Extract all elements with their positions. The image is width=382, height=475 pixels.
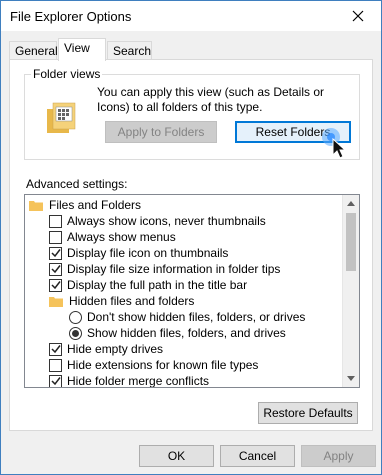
folder-icon xyxy=(49,296,63,307)
checkbox[interactable] xyxy=(49,214,62,228)
radio-button[interactable] xyxy=(69,326,82,340)
checkbox[interactable] xyxy=(49,230,62,244)
advanced-settings-label: Advanced settings: xyxy=(26,177,128,191)
restore-defaults-button[interactable]: Restore Defaults xyxy=(258,402,358,424)
list-item-files-and-folders: Files and Folders xyxy=(29,197,141,213)
checkbox[interactable] xyxy=(49,262,62,276)
list-item-display-file-size[interactable]: Display file size information in folder … xyxy=(49,261,280,277)
close-button[interactable] xyxy=(335,1,381,31)
tab-search[interactable]: Search xyxy=(107,41,152,60)
title-bar: File Explorer Options xyxy=(1,1,381,31)
list-item-label: Files and Folders xyxy=(49,198,142,212)
list-item-label: Don't show hidden files, folders, or dri… xyxy=(87,310,306,324)
scrollbar-thumb[interactable] xyxy=(346,213,356,271)
scroll-up-button[interactable] xyxy=(343,195,359,212)
list-item-always-show-menus[interactable]: Always show menus xyxy=(49,229,176,245)
list-item-label: Display file size information in folder … xyxy=(67,262,281,276)
list-item-display-full-path[interactable]: Display the full path in the title bar xyxy=(49,277,247,293)
list-item-label: Always show icons, never thumbnails xyxy=(67,214,266,228)
ok-button[interactable]: OK xyxy=(139,445,214,467)
view-tab-panel: Folder views You can apply this view (su… xyxy=(9,59,373,431)
folder-views-title: Folder views xyxy=(31,67,103,81)
checkbox[interactable] xyxy=(49,246,62,260)
list-item-hidden-files-and-folders: Hidden files and folders xyxy=(49,293,194,309)
folder-icon xyxy=(29,200,43,211)
radio-button[interactable] xyxy=(69,310,82,324)
list-item-hide-empty-drives[interactable]: Hide empty drives xyxy=(49,341,163,357)
list-item-hide-extensions[interactable]: Hide extensions for known file types xyxy=(49,357,258,373)
list-item-label: Always show menus xyxy=(67,230,176,244)
tab-view[interactable]: View xyxy=(58,38,106,61)
list-item-label: Hidden files and folders xyxy=(69,294,195,308)
vertical-scrollbar[interactable] xyxy=(342,195,359,387)
checkmark-icon xyxy=(50,377,61,386)
list-item-show-hidden[interactable]: Show hidden files, folders, and drives xyxy=(69,325,286,341)
file-explorer-options-dialog: File Explorer Options General View Searc… xyxy=(0,0,382,475)
tab-general[interactable]: General xyxy=(9,41,58,60)
list-item-display-file-icon[interactable]: Display file icon on thumbnails xyxy=(49,245,228,261)
list-item-dont-show-hidden[interactable]: Don't show hidden files, folders, or dri… xyxy=(69,309,305,325)
chevron-down-icon xyxy=(347,376,355,381)
checkbox[interactable] xyxy=(49,358,62,372)
list-item-hide-merge-conflicts[interactable]: Hide folder merge conflicts xyxy=(49,373,210,388)
folder-views-description: You can apply this view (such as Details… xyxy=(97,85,325,114)
checkmark-icon xyxy=(50,265,61,274)
list-item-label: Hide folder merge conflicts xyxy=(67,374,210,388)
list-item-label: Hide extensions for known file types xyxy=(67,358,259,372)
close-icon xyxy=(352,10,364,22)
window-title: File Explorer Options xyxy=(10,9,132,24)
checkbox[interactable] xyxy=(49,278,62,292)
list-item-always-show-icons[interactable]: Always show icons, never thumbnails xyxy=(49,213,266,229)
list-item-label: Display the full path in the title bar xyxy=(67,278,248,292)
chevron-up-icon xyxy=(347,201,355,206)
checkmark-icon xyxy=(50,345,61,354)
radio-dot xyxy=(72,329,79,337)
list-item-label: Hide empty drives xyxy=(67,342,164,356)
list-item-label: Show hidden files, folders, and drives xyxy=(87,326,286,340)
apply-button[interactable]: Apply xyxy=(301,445,376,467)
checkmark-icon xyxy=(50,249,61,258)
apply-to-folders-button[interactable]: Apply to Folders xyxy=(105,121,217,143)
cancel-button[interactable]: Cancel xyxy=(220,445,295,467)
list-item-label: Display file icon on thumbnails xyxy=(67,246,229,260)
checkmark-icon xyxy=(50,281,61,290)
folder-views-icon xyxy=(47,102,76,133)
checkbox[interactable] xyxy=(49,374,62,387)
mouse-cursor-icon xyxy=(322,128,347,159)
folder-views-group: Folder views You can apply this view (su… xyxy=(24,67,360,160)
checkbox[interactable] xyxy=(49,342,62,356)
scroll-down-button[interactable] xyxy=(343,370,359,387)
advanced-settings-list: Files and Folders Always show icons, nev… xyxy=(24,194,360,388)
